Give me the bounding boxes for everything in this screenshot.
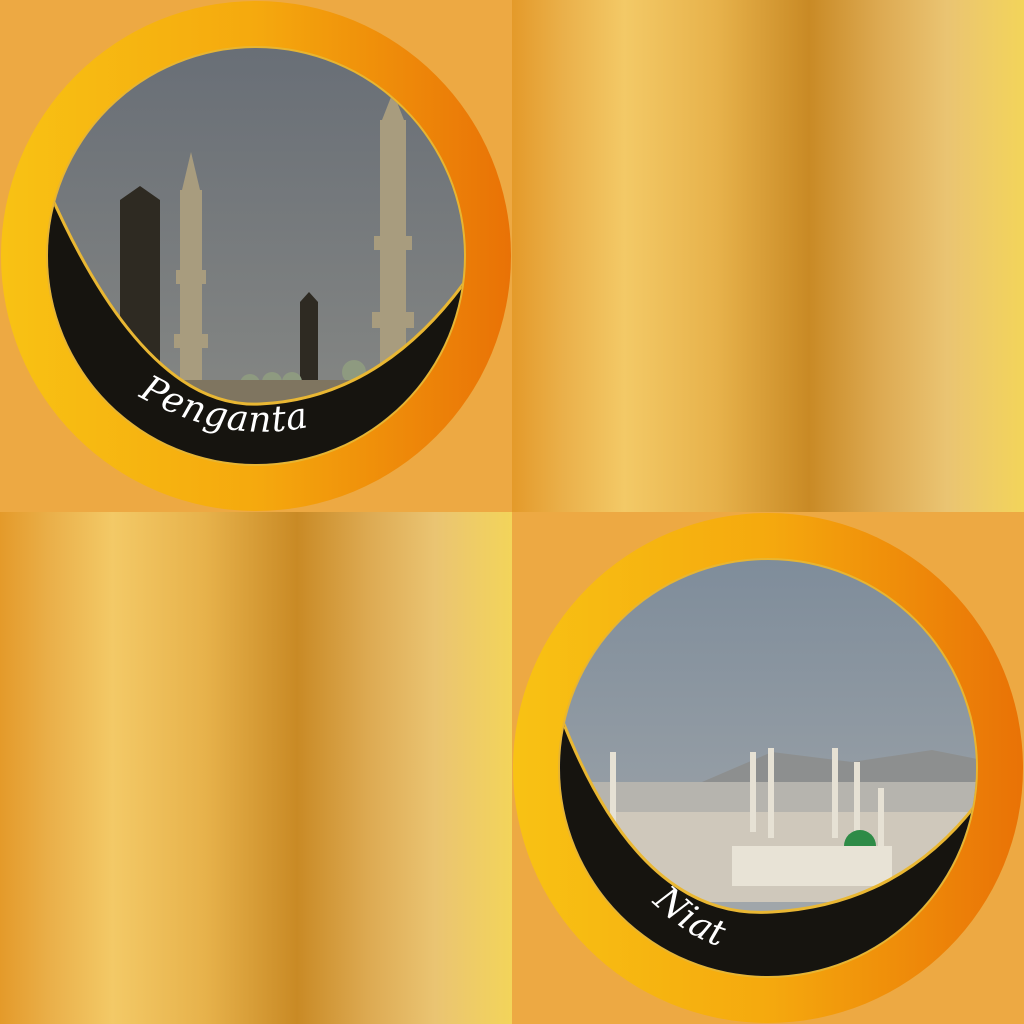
niat-badge: Niat <box>513 513 1023 1023</box>
tile-pengantar: Pengantar <box>0 0 512 512</box>
menu-grid: Pengantar <box>0 0 1024 1024</box>
tile-niat: Niat <box>512 512 1024 1024</box>
gold-panel-bottom-left <box>0 512 512 1024</box>
menu-card-niat[interactable]: Niat <box>512 512 1024 1024</box>
menu-card-pengantar[interactable]: Pengantar <box>0 0 512 512</box>
gold-panel-top-right <box>512 0 1024 512</box>
pengantar-badge: Pengantar <box>0 0 511 511</box>
